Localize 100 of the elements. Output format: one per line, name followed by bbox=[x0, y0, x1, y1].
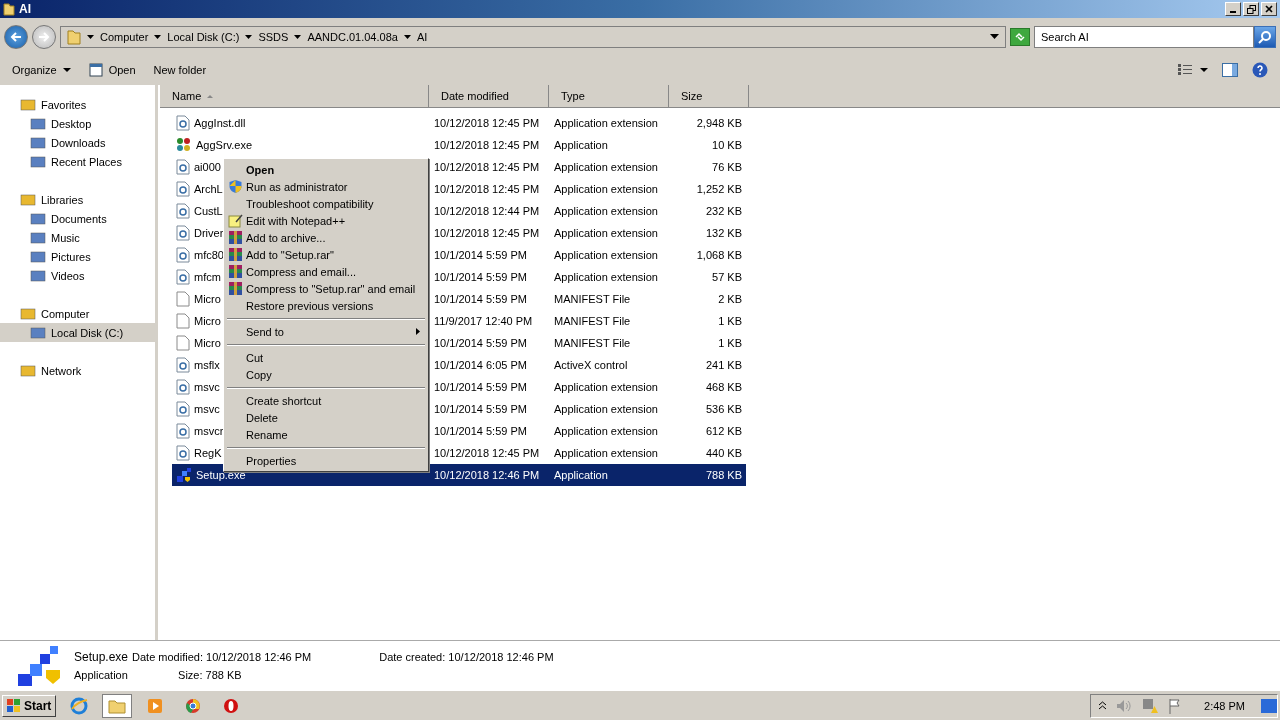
sidebar-item[interactable]: Libraries bbox=[0, 190, 155, 209]
flag-icon[interactable] bbox=[1168, 697, 1183, 714]
file-name: CustL bbox=[194, 205, 223, 217]
menu-item[interactable]: Add to "Setup.rar" bbox=[226, 246, 426, 263]
clock[interactable]: 2:48 PM bbox=[1204, 699, 1245, 712]
breadcrumb[interactable]: AI bbox=[416, 30, 428, 43]
menu-item[interactable]: Delete bbox=[226, 409, 426, 426]
chevron-down-icon[interactable] bbox=[154, 34, 162, 39]
date-cell-text: 10/12/2018 12:45 PM bbox=[433, 139, 541, 151]
menu-item[interactable]: Run as administrator bbox=[226, 178, 426, 195]
file-gear-icon bbox=[176, 203, 190, 219]
window-title: AI bbox=[19, 2, 31, 16]
sidebar-item[interactable]: Local Disk (C:) bbox=[0, 323, 155, 342]
sidebar-item[interactable]: Documents bbox=[0, 209, 155, 228]
file-gear-icon bbox=[176, 401, 190, 417]
file-name: msvc bbox=[194, 403, 220, 415]
menu-item[interactable]: Create shortcut bbox=[226, 392, 426, 409]
file-type: Application bbox=[74, 668, 129, 681]
restore-button[interactable] bbox=[1243, 2, 1259, 16]
group-icon bbox=[20, 192, 36, 207]
menu-item[interactable]: Add to archive... bbox=[226, 229, 426, 246]
sidebar-item[interactable]: Videos bbox=[0, 266, 155, 285]
sidebar-item[interactable]: Downloads bbox=[0, 133, 155, 152]
file-name: AggInst.dll bbox=[194, 117, 246, 129]
menu-item[interactable]: Compress to "Setup.rar" and email bbox=[226, 280, 426, 297]
search-button[interactable] bbox=[1254, 25, 1276, 48]
file-name: RegK bbox=[194, 447, 222, 459]
menu-item[interactable]: Troubleshoot compatibility bbox=[226, 195, 426, 212]
breadcrumb[interactable]: Local Disk (C:) bbox=[167, 30, 240, 43]
size-cell-text: 57 KB bbox=[711, 271, 742, 283]
size-cell-text: 536 KB bbox=[704, 403, 742, 415]
menu-item[interactable]: Restore previous versions bbox=[226, 297, 426, 314]
menu-item[interactable]: Rename bbox=[226, 426, 426, 443]
organize-menu[interactable]: Organize bbox=[12, 64, 71, 76]
menu-item[interactable]: Send to bbox=[226, 323, 426, 340]
close-icon bbox=[1265, 5, 1273, 13]
back-button[interactable] bbox=[4, 24, 28, 49]
column-header[interactable]: Name bbox=[160, 85, 429, 107]
chevron-up-icon[interactable] bbox=[1099, 701, 1107, 710]
chevron-down-icon[interactable] bbox=[294, 34, 302, 39]
open-button[interactable]: Open bbox=[88, 63, 136, 77]
forward-button[interactable] bbox=[32, 24, 56, 49]
type-cell-text: Application extension bbox=[553, 425, 659, 437]
submenu-arrow-icon bbox=[416, 328, 420, 335]
detail-label: Size: 788 KB bbox=[177, 668, 243, 681]
new-folder-button[interactable]: New folder bbox=[153, 64, 207, 76]
close-button[interactable] bbox=[1261, 2, 1277, 16]
start-button[interactable]: Start bbox=[2, 694, 57, 717]
column-header[interactable]: Size bbox=[669, 85, 749, 107]
stop-icon bbox=[223, 697, 240, 714]
archive-icon bbox=[228, 264, 243, 279]
help-icon[interactable] bbox=[1252, 62, 1268, 78]
sidebar-item[interactable]: Network bbox=[0, 361, 155, 380]
type-cell-text: Application extension bbox=[553, 447, 659, 459]
file-name: Setup.exe bbox=[196, 469, 246, 481]
column-header[interactable]: Type bbox=[549, 85, 669, 107]
minimize-button[interactable] bbox=[1225, 2, 1241, 16]
date-cell-text: 10/1/2014 6:05 PM bbox=[433, 359, 528, 371]
taskbar-app[interactable] bbox=[102, 693, 133, 718]
refresh-button[interactable] bbox=[1010, 27, 1030, 46]
file-gear-icon bbox=[176, 225, 190, 241]
menu-item[interactable]: Edit with Notepad++ bbox=[226, 212, 426, 229]
size-cell-text: 1 KB bbox=[717, 337, 742, 349]
date-cell-text: 10/1/2014 5:59 PM bbox=[433, 249, 528, 261]
media-player-icon bbox=[147, 697, 164, 714]
menu-item[interactable]: Cut bbox=[226, 349, 426, 366]
breadcrumb[interactable]: Computer bbox=[100, 30, 149, 43]
sidebar-item[interactable]: Computer bbox=[0, 304, 155, 323]
archive-icon bbox=[228, 230, 243, 245]
menu-item[interactable]: Compress and email... bbox=[226, 263, 426, 280]
type-cell-text: MANIFEST File bbox=[553, 337, 632, 349]
date-cell-text: 10/12/2018 12:45 PM bbox=[433, 161, 541, 173]
sidebar-item[interactable]: Music bbox=[0, 228, 155, 247]
file-name: AggSrv.exe bbox=[196, 139, 253, 151]
chevron-down-icon[interactable] bbox=[403, 34, 411, 39]
show-desktop-icon[interactable] bbox=[1261, 697, 1277, 714]
preview-pane-icon[interactable] bbox=[1222, 63, 1238, 77]
sidebar-item[interactable]: Desktop bbox=[0, 114, 155, 133]
search-field[interactable]: Search AI bbox=[1034, 25, 1254, 48]
file-gear-icon bbox=[176, 181, 190, 197]
file-gear-icon bbox=[176, 115, 190, 131]
view-options-icon[interactable] bbox=[1178, 64, 1208, 76]
menu-item[interactable]: Open bbox=[226, 161, 426, 178]
group-icon bbox=[20, 306, 36, 321]
breadcrumb[interactable]: SSDS bbox=[258, 30, 289, 43]
setup-icon bbox=[176, 467, 192, 483]
menu-item[interactable]: Copy bbox=[226, 366, 426, 383]
column-header[interactable]: Date modified bbox=[429, 85, 549, 107]
sidebar-item[interactable]: Favorites bbox=[0, 95, 155, 114]
dropdown-arrow-icon[interactable] bbox=[990, 34, 999, 39]
chevron-down-icon[interactable] bbox=[87, 34, 94, 39]
place-icon bbox=[30, 268, 46, 283]
breadcrumb[interactable]: AANDC.01.04.08a bbox=[307, 30, 398, 43]
file-gear-icon bbox=[176, 159, 190, 175]
sidebar-item[interactable]: Recent Places bbox=[0, 152, 155, 171]
file-name: mfcm bbox=[194, 271, 221, 283]
chevron-down-icon[interactable] bbox=[245, 34, 253, 39]
file-name: msvcr bbox=[194, 425, 224, 437]
sidebar-item[interactable]: Pictures bbox=[0, 247, 155, 266]
address-bar[interactable]: Computer Local Disk (C:) SSDS AANDC.01.04.08a AI bbox=[60, 25, 1006, 48]
